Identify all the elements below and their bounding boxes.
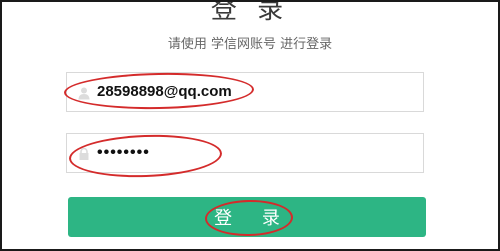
user-icon [77, 85, 91, 100]
username-field[interactable] [66, 72, 424, 112]
lock-icon [77, 146, 91, 160]
page-title: 登 录 [210, 0, 290, 25]
login-panel: 登 录 请使用 学信网账号 进行登录 •••••••• 登 录 [0, 0, 500, 251]
password-input[interactable]: •••••••• [97, 134, 397, 172]
password-field[interactable]: •••••••• [66, 133, 424, 173]
login-button[interactable]: 登 录 [68, 197, 426, 237]
username-input[interactable] [97, 73, 397, 111]
login-subtitle: 请使用 学信网账号 进行登录 [167, 37, 333, 52]
